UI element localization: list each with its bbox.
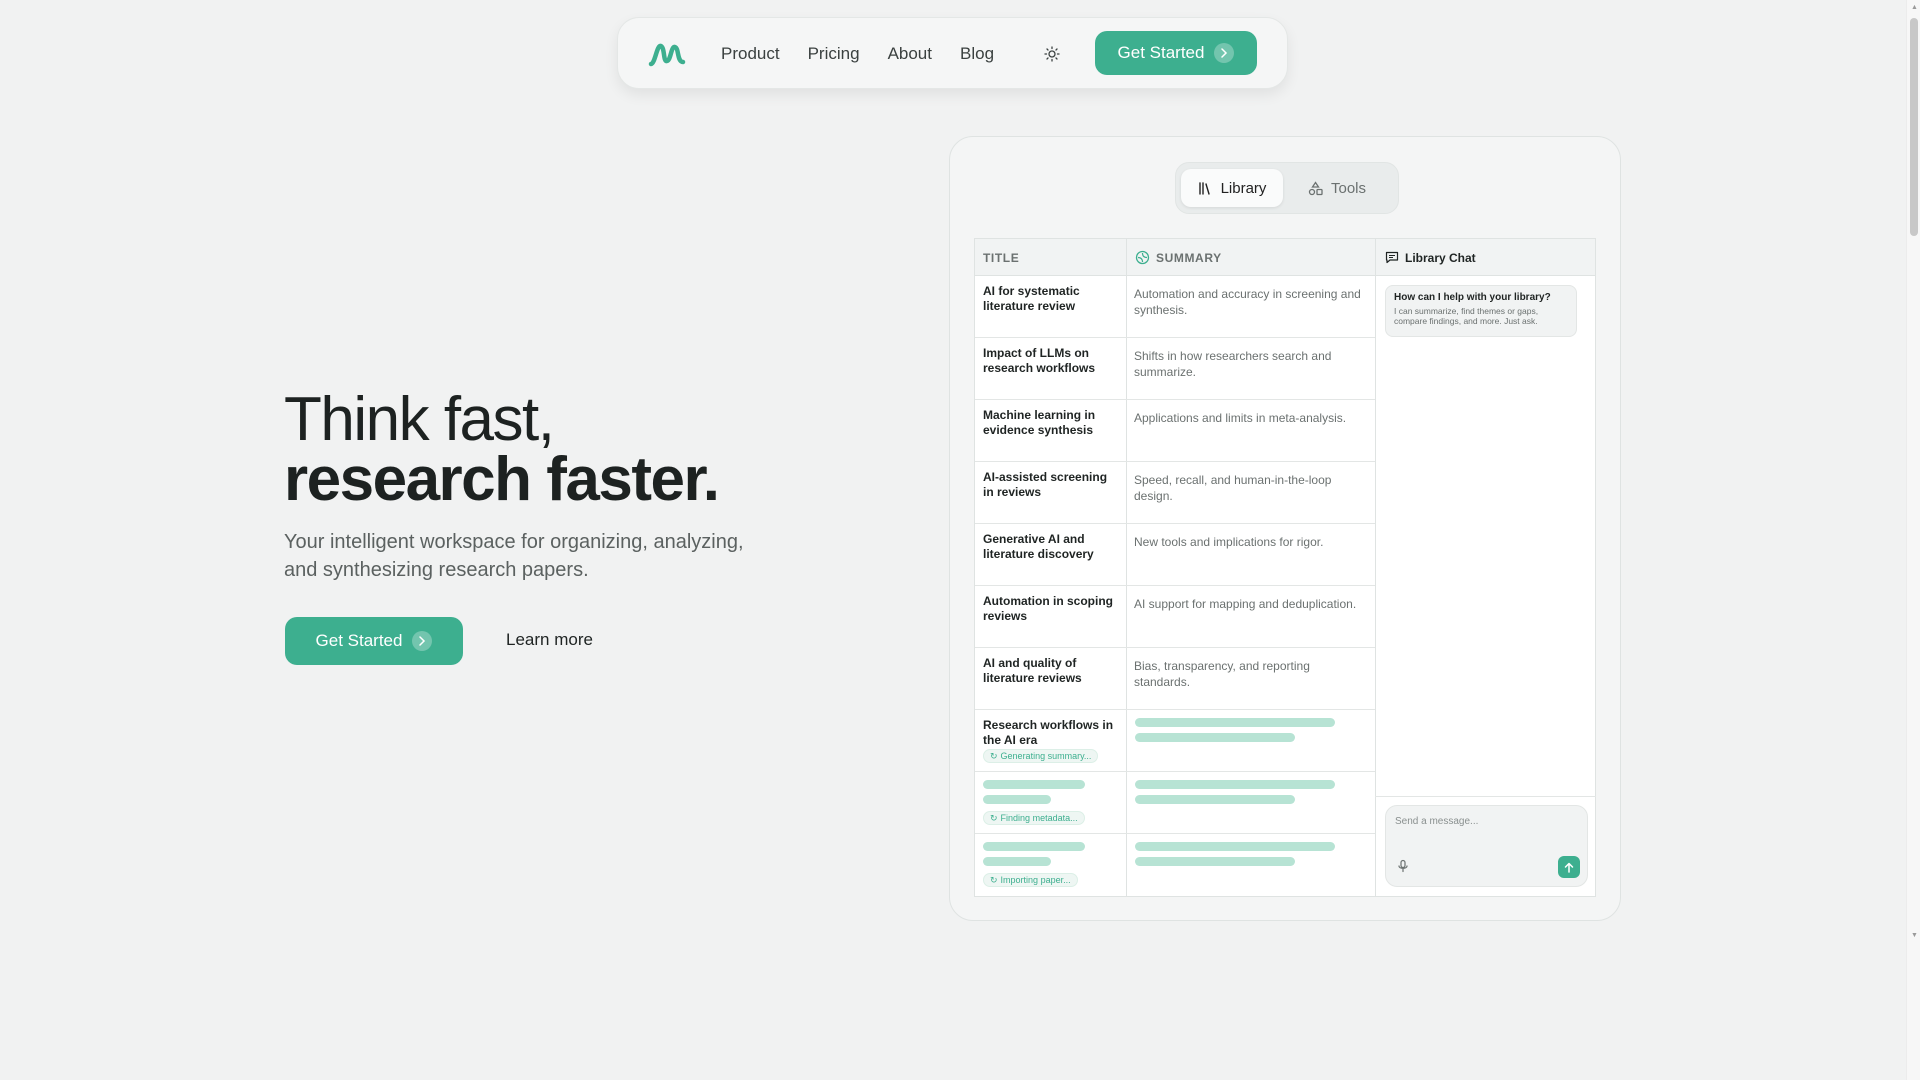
skeleton-bar [983,780,1085,789]
table-row[interactable]: AI and quality of literature reviews Bia… [975,648,1375,710]
theme-toggle-button[interactable] [1042,44,1062,64]
table-row[interactable]: AI for systematic literature review Auto… [975,276,1375,338]
chat-answer: I can summarize, find themes or gaps, co… [1394,306,1539,326]
status-label: Generating summary... [1000,751,1092,761]
chat-icon [1385,251,1399,264]
nav-link-about[interactable]: About [888,44,932,64]
sun-icon [1044,46,1060,62]
hero-title: Think fast, research faster. [284,385,720,514]
chat-message-input[interactable]: Send a message... [1385,805,1588,887]
send-arrow-icon [1564,862,1574,873]
row-summary: Bias, transparency, and reporting standa… [1134,659,1310,689]
row-title: Automation in scoping reviews [983,594,1113,623]
table-row[interactable]: Automation in scoping reviews AI support… [975,586,1375,648]
row-summary: New tools and implications for rigor. [1134,535,1324,549]
skeleton-bar [983,842,1085,851]
status-badge: ↻ Importing paper... [983,873,1078,887]
skeleton-bar [1135,842,1335,851]
table-row-loading[interactable]: ↻ Importing paper... [975,834,1375,896]
column-header-summary[interactable]: SUMMARY [1135,239,1222,276]
skeleton-bar [1135,733,1295,742]
skeleton-bar [983,857,1051,866]
row-summary: Automation and accuracy in screening and… [1134,287,1361,317]
row-summary: Applications and limits in meta-analysis… [1134,411,1347,425]
nav-links: Product Pricing About Blog [721,18,994,90]
library-chat-title: Library Chat [1405,250,1476,265]
chat-assistant-message: How can I help with your library? I can … [1385,285,1577,337]
app-preview-card: Library Tools TITLE SUMMARY Library Chat… [949,136,1621,921]
library-table: TITLE SUMMARY Library Chat AI for system… [974,238,1596,897]
library-chat-header: Library Chat [1385,239,1476,276]
learn-more-link[interactable]: Learn more [506,630,593,650]
page-scrollbar[interactable]: ▲ ▼ [1906,0,1920,1080]
skeleton-bar [983,795,1051,804]
table-row-loading[interactable]: ↻ Finding metadata... [975,772,1375,834]
column-divider [1375,239,1376,896]
tab-tools-label: Tools [1331,179,1367,197]
hero-get-started-button[interactable]: Get Started [285,617,463,665]
row-title: Research workflows in the AI era [983,718,1114,747]
status-badge: ↻ Generating summary... [983,749,1099,763]
table-row[interactable]: Machine learning in evidence synthesis A… [975,400,1375,462]
chevron-right-icon [1214,43,1235,63]
status-label: Importing paper... [1000,875,1071,885]
column-header-summary-label: SUMMARY [1156,250,1222,265]
chat-divider [1375,796,1596,797]
nav-get-started-label: Get Started [1117,43,1205,62]
column-header-title[interactable]: TITLE [983,239,1019,276]
top-navbar: Product Pricing About Blog Get Started [617,17,1288,89]
chat-question: How can I help with your library? [1394,292,1551,303]
hero-title-line1: Think fast, [284,385,555,454]
row-title: AI for systematic literature review [983,284,1080,313]
skeleton-bar [1135,795,1295,804]
row-title: Impact of LLMs on research workflows [983,346,1096,375]
skeleton-bar [1135,857,1295,866]
skeleton-bar [1135,718,1335,727]
status-label: Finding metadata... [1000,813,1078,823]
table-row[interactable]: Generative AI and literature discovery N… [975,524,1375,586]
nav-link-pricing[interactable]: Pricing [808,44,860,64]
scrollbar-thumb[interactable] [1910,18,1918,236]
mic-icon[interactable] [1396,859,1410,873]
ai-sparkle-icon [1135,250,1150,265]
nav-link-blog[interactable]: Blog [960,44,994,64]
row-title: Generative AI and literature discovery [983,532,1094,561]
row-summary: AI support for mapping and deduplication… [1134,597,1357,611]
spinner-icon: ↻ [990,874,998,885]
nav-link-product[interactable]: Product [721,44,780,64]
tab-library[interactable]: Library [1181,169,1283,207]
hero-title-line2: research faster. [284,445,720,514]
nav-get-started-button[interactable]: Get Started [1095,31,1257,75]
chat-input-placeholder: Send a message... [1395,816,1479,827]
logo-icon[interactable] [648,40,686,68]
status-badge: ↻ Finding metadata... [983,811,1085,825]
table-row-loading[interactable]: Research workflows in the AI era ↻ Gener… [975,710,1375,772]
row-summary: Shifts in how researchers search and sum… [1134,349,1332,379]
view-tabs: Library Tools [1175,162,1399,214]
hero-subtitle: Your intelligent workspace for organizin… [284,531,744,581]
skeleton-bar [1135,780,1335,789]
row-summary: Speed, recall, and human-in-the-loop des… [1134,473,1332,503]
tools-icon [1308,180,1323,195]
chevron-right-icon [412,631,433,651]
table-header [975,239,1595,276]
table-row[interactable]: Impact of LLMs on research workflows Shi… [975,338,1375,400]
row-title: AI and quality of literature reviews [983,656,1082,685]
tab-library-label: Library [1220,179,1267,197]
library-icon [1198,181,1210,195]
table-row[interactable]: AI-assisted screening in reviews Speed, … [975,462,1375,524]
row-title: Machine learning in evidence synthesis [983,408,1096,437]
spinner-icon: ↻ [990,812,998,823]
row-title: AI-assisted screening in reviews [983,470,1108,499]
hero-get-started-label: Get Started [315,631,403,650]
spinner-icon: ↻ [990,750,998,761]
scroll-down-icon[interactable]: ▼ [1911,932,1918,939]
scroll-up-icon[interactable]: ▲ [1911,4,1918,11]
tab-tools[interactable]: Tools [1308,169,1366,207]
send-button[interactable] [1558,856,1580,878]
